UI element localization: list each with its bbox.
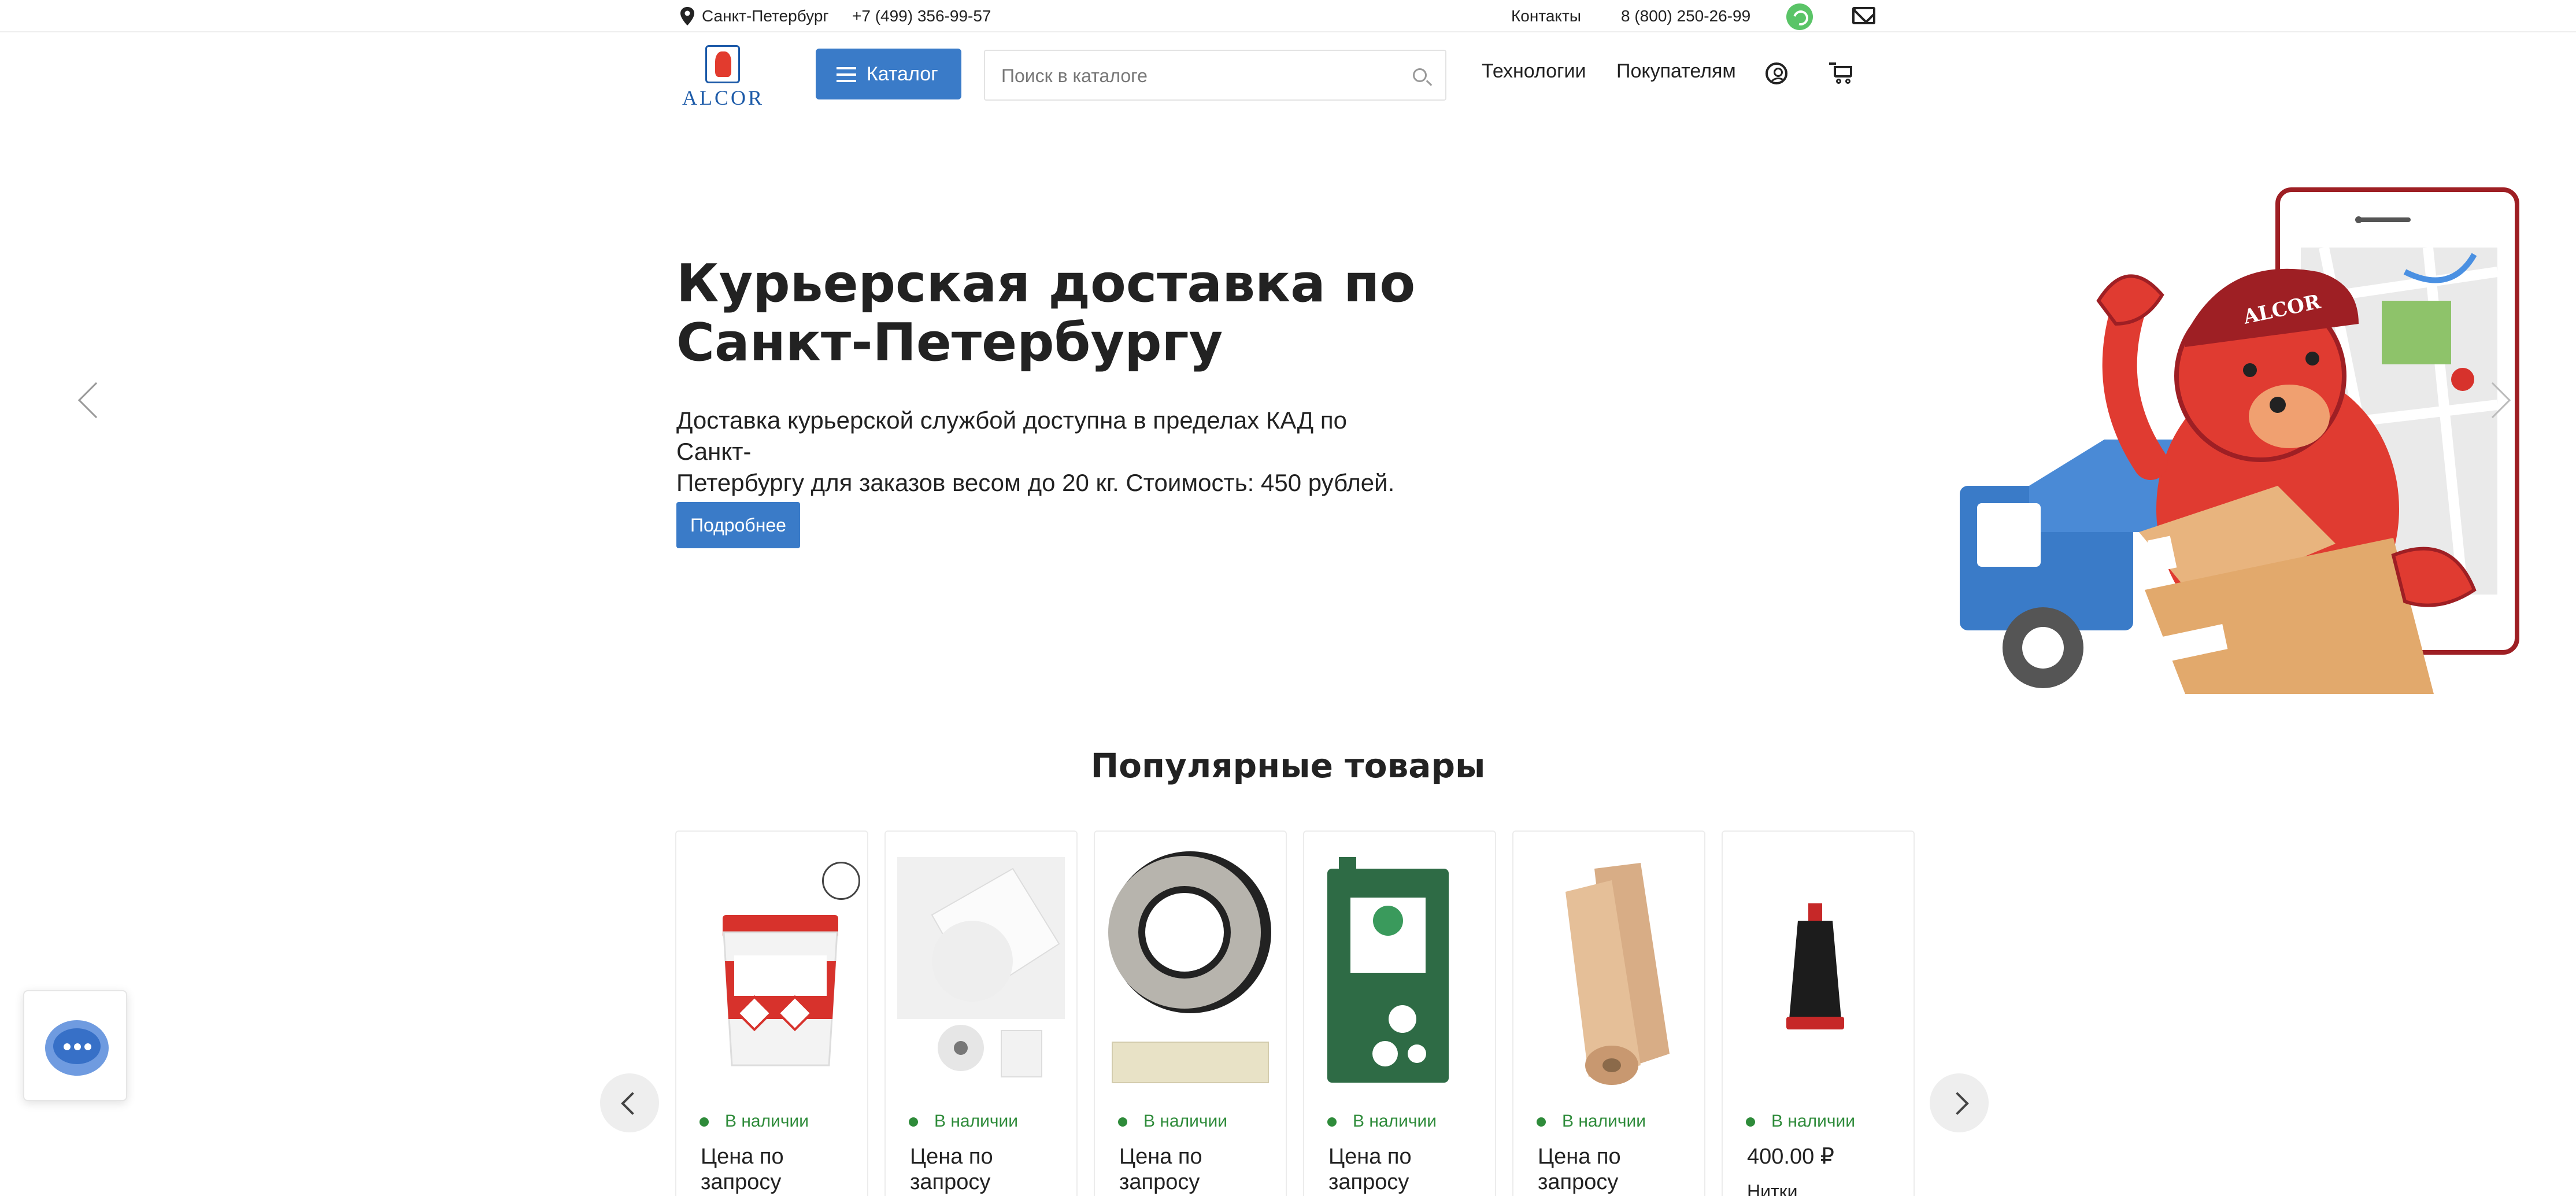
mail-icon[interactable] [1852,7,1875,24]
product-image-canister [1327,857,1449,1083]
location-pin-icon [680,7,694,25]
product-price: Цена по запросу [701,1145,784,1194]
free-phone[interactable]: 8 (800) 250-26-99 [1621,0,1750,32]
product-card[interactable]: В наличии Цена по запросу [884,830,1078,1196]
favorite-toggle[interactable] [822,862,860,900]
search-input[interactable] [1001,64,1394,88]
city-phone[interactable]: +7 (499) 356-99-57 [852,0,991,32]
products-next-button[interactable] [1930,1073,1989,1132]
nav-technologies[interactable]: Технологии [1482,60,1586,83]
product-card[interactable]: В наличии Цена по запросу [1303,830,1496,1196]
hero-prev-arrow[interactable] [77,382,114,419]
stock-status: В наличии [699,1112,809,1131]
product-image-thread-spool [1786,903,1844,1029]
product-image-tape [1108,851,1271,1083]
product-price: Цена по запросу [1328,1145,1412,1194]
product-price: 400.00 ₽ [1747,1145,1834,1169]
city-selector[interactable]: Санкт-Петербург [702,0,829,32]
product-card[interactable]: В наличии 400.00 ₽ Нитки [1722,830,1915,1196]
stock-status: В наличии [1536,1112,1646,1131]
products-prev-button[interactable] [600,1073,659,1132]
cart-icon[interactable] [1829,62,1855,84]
hero-title: Курьерская доставка по Санкт-Петербургу [676,254,1486,372]
product-image-roll [897,857,1065,1077]
contacts-link[interactable]: Контакты [1511,0,1581,32]
top-bar: Санкт-Петербург +7 (499) 356-99-57 Конта… [0,0,2576,32]
hero-title-line-2: Санкт-Петербургу [676,312,1223,373]
logo-emblem [705,45,740,83]
search-box [984,50,1446,101]
stock-status: В наличии [908,1112,1018,1131]
product-name[interactable]: Нитки [1747,1181,1798,1196]
catalog-button[interactable]: Каталог [816,49,961,99]
catalog-label: Каталог [867,63,938,85]
product-price: Цена по запросу [1119,1145,1202,1194]
hero-description-line-2: Петербургу для заказов весом до 20 кг. С… [676,469,1395,496]
product-image-kraft-roll [1565,863,1670,1085]
hero-title-line-1: Курьерская доставка по [676,253,1416,314]
nav-customers[interactable]: Покупателям [1616,60,1736,83]
hero-description: Доставка курьерской службой доступна в п… [676,405,1428,499]
whatsapp-icon[interactable] [1786,3,1813,30]
hamburger-icon [837,67,856,82]
search-icon[interactable] [1413,68,1427,82]
stock-status: В наличии [1745,1112,1855,1131]
product-card[interactable]: В наличии Цена по запросу [1094,830,1287,1196]
delivery-bear-illustration: ALCOR [1960,187,2519,694]
hero-more-button[interactable]: Подробнее [676,502,800,548]
user-icon[interactable] [1766,62,1787,84]
chat-icon [45,1020,109,1076]
logo-text: ALCOR [682,86,764,109]
hero-description-line-1: Доставка курьерской службой доступна в п… [676,407,1347,465]
product-price: Цена по запросу [1538,1145,1621,1194]
popular-section-title: Популярные товары [1090,746,1486,785]
site-logo[interactable]: ALCOR [676,43,770,109]
stock-status: В наличии [1117,1112,1227,1131]
chat-widget[interactable] [23,990,127,1101]
product-price: Цена по запросу [910,1145,993,1194]
product-card[interactable]: В наличии Цена по запросу [1512,830,1705,1196]
stock-status: В наличии [1327,1112,1437,1131]
